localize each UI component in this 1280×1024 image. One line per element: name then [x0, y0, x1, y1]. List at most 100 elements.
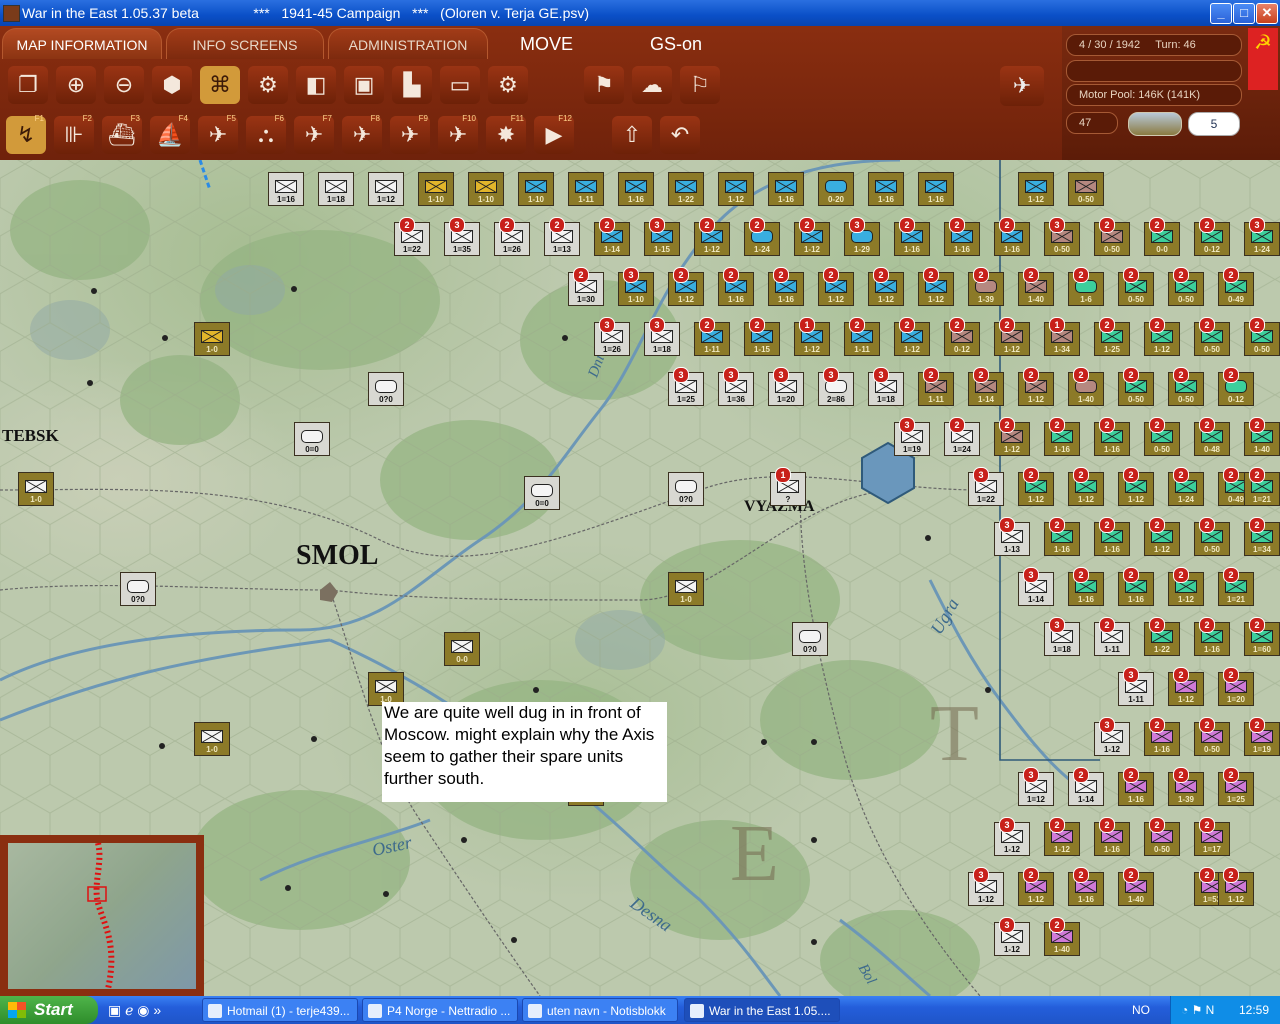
unit-counter[interactable]: 1-16 2	[1044, 517, 1080, 556]
unit-counter[interactable]: 1=12	[368, 172, 404, 206]
unit-counter[interactable]: 1-16 2	[768, 267, 804, 306]
unit-counter[interactable]: 1-0	[668, 572, 704, 606]
unit-counter[interactable]: 0?0	[368, 372, 404, 406]
unit-counter[interactable]: 1=24 2	[944, 417, 980, 456]
unit-counter[interactable]: 1-12 2	[818, 267, 854, 306]
airbase-icon[interactable]: ✈ F7	[294, 114, 334, 154]
unit-counter[interactable]: 1-16 2	[894, 217, 930, 256]
flag-icon[interactable]: ⚐	[680, 66, 720, 104]
unit-counter[interactable]: 1=20 2	[1218, 667, 1254, 706]
unit-counter[interactable]: 1-12 2	[1168, 667, 1204, 706]
airdrop-icon[interactable]: ✈ F9	[390, 114, 430, 154]
unit-counter[interactable]: 0-50 2	[1168, 267, 1204, 306]
unit-counter[interactable]: 1-12 2	[1044, 817, 1080, 856]
unit-counter[interactable]: 1-12 3	[994, 817, 1030, 856]
unit-counter[interactable]: 1-12 2	[994, 417, 1030, 456]
unit-counter[interactable]: 1-12 2	[1218, 867, 1254, 906]
unit-counter[interactable]: 1=17 2	[1194, 817, 1230, 856]
unit-counter[interactable]: 1-12 3	[968, 867, 1004, 906]
unit-counter[interactable]: 1-24 2	[1168, 467, 1204, 506]
weather-icon[interactable]: ☁	[632, 66, 672, 104]
monitor-icon[interactable]: ▣	[344, 66, 384, 104]
unit-counter[interactable]: 1-12 2	[1168, 567, 1204, 606]
end-turn-icon[interactable]: ✈	[1000, 66, 1044, 106]
unit-counter[interactable]: 0-50 3	[1044, 217, 1080, 256]
maximize-button[interactable]: □	[1233, 3, 1255, 24]
unit-counter[interactable]: 1-11 2	[918, 367, 954, 406]
unit-counter[interactable]: 1-29 3	[844, 217, 880, 256]
taskbar-item-notepad[interactable]: uten navn - Notisblokk	[522, 998, 678, 1022]
taskbar-item-hotmail[interactable]: Hotmail (1) - terje439...	[202, 998, 358, 1022]
unit-counter[interactable]: 1-16 2	[994, 217, 1030, 256]
unit-counter[interactable]: 0-50 2	[1144, 817, 1180, 856]
unit-counter[interactable]: 0-50	[1068, 172, 1104, 206]
unit-counter[interactable]: 1-12 1	[794, 317, 830, 356]
air-icon[interactable]: ✈ F5	[198, 114, 238, 154]
unit-counter[interactable]: 1=18	[318, 172, 354, 206]
supply-icon[interactable]: ⛬ F6	[246, 114, 286, 154]
unit-counter[interactable]: 1-11 2	[844, 317, 880, 356]
unit-counter[interactable]: 1-40 2	[1068, 367, 1104, 406]
play-icon[interactable]: ▶ F12	[534, 114, 574, 154]
arrow-move-icon[interactable]: ↯ F1	[6, 114, 46, 154]
unit-counter[interactable]: 1-11 2	[1094, 617, 1130, 656]
tab-map-information[interactable]: MAP INFORMATION	[2, 28, 162, 59]
unit-counter[interactable]: 0?0	[120, 572, 156, 606]
unit-counter[interactable]: 1-12 2	[1068, 467, 1104, 506]
move-mode-label[interactable]: MOVE	[520, 34, 573, 55]
unit-counter[interactable]: 0-49 2	[1218, 267, 1254, 306]
close-button[interactable]: ✕	[1256, 3, 1278, 24]
weather-terrain-indicator[interactable]	[1128, 112, 1182, 136]
unit-counter[interactable]: 1-16 2	[1094, 817, 1130, 856]
unit-counter[interactable]: 1-12 3	[1094, 717, 1130, 756]
unit-counter[interactable]: 1-16 2	[718, 267, 754, 306]
unit-counter[interactable]: 1-0	[368, 672, 404, 706]
unit-counter[interactable]: 1-14 2	[594, 217, 630, 256]
interdiction-icon[interactable]: ✈ F10	[438, 114, 478, 154]
unit-counter[interactable]: 0-50 2	[1094, 217, 1130, 256]
tray-icons[interactable]: ◔ ⚑ N	[1181, 1003, 1214, 1017]
tab-info-screens[interactable]: INFO SCREENS	[166, 28, 324, 59]
unit-counter[interactable]: 1-14 3	[1018, 567, 1054, 606]
unit-counter[interactable]: 1-12 2	[868, 267, 904, 306]
unit-counter[interactable]: 0-12 2	[1194, 217, 1230, 256]
unit-counter[interactable]: 1-12 2	[694, 217, 730, 256]
unit-counter[interactable]: 0-48 2	[1194, 417, 1230, 456]
minimize-button[interactable]: _	[1210, 3, 1232, 24]
unit-counter[interactable]: 1=18 3	[1044, 617, 1080, 656]
unit-counter[interactable]: 1-12 2	[668, 267, 704, 306]
unit-counter[interactable]: 1-12 2	[918, 267, 954, 306]
shape-icon[interactable]: ◧	[296, 66, 336, 104]
unit-counter[interactable]: 1-34 1	[1044, 317, 1080, 356]
unit-counter[interactable]: 0?0	[792, 622, 828, 656]
unit-counter[interactable]: 1-40 2	[1018, 267, 1054, 306]
unit-counter[interactable]: 0-50 2	[1194, 717, 1230, 756]
unit-counter[interactable]: 1-12 2	[1018, 467, 1054, 506]
factory-icon[interactable]: ▙	[392, 66, 432, 104]
language-indicator[interactable]: NO	[1132, 996, 1150, 1024]
unit-counter[interactable]: 1-10	[468, 172, 504, 206]
ship-icon[interactable]: ⛵ F4	[150, 114, 190, 154]
unit-counter[interactable]: 1-15 3	[644, 217, 680, 256]
bombard-icon[interactable]: ✸ F11	[486, 114, 526, 154]
unit-counter[interactable]: 1-12 2	[794, 217, 830, 256]
unit-counter[interactable]: 1=30 2	[568, 267, 604, 306]
unit-counter[interactable]: 1=13 2	[544, 217, 580, 256]
unit-counter[interactable]: 1-16 2	[1044, 417, 1080, 456]
unit-counter[interactable]: 1-16 2	[1194, 617, 1230, 656]
unit-counter[interactable]: 1-16 2	[1094, 517, 1130, 556]
unit-counter[interactable]: 1-12 2	[1144, 517, 1180, 556]
unit-counter[interactable]: 1-16 2	[944, 217, 980, 256]
unit-counter[interactable]: 1-12 2	[1144, 317, 1180, 356]
unit-counter[interactable]: 1=12 3	[1018, 767, 1054, 806]
unit-counter[interactable]: 1-0	[18, 472, 54, 506]
taskbar-item-p4-radio[interactable]: P4 Norge - Nettradio ...	[362, 998, 518, 1022]
flag-move-icon[interactable]: ⚑	[584, 66, 624, 104]
unit-counter[interactable]: 1=18 3	[644, 317, 680, 356]
gs-mode-label[interactable]: GS-on	[650, 34, 702, 55]
unit-counter[interactable]: 1-13 3	[994, 517, 1030, 556]
unit-counter[interactable]: 1-15 2	[744, 317, 780, 356]
unit-counter[interactable]: 1-12 2	[1018, 867, 1054, 906]
undo-icon[interactable]: ↶	[660, 116, 700, 154]
unit-counter[interactable]: 1-10	[518, 172, 554, 206]
